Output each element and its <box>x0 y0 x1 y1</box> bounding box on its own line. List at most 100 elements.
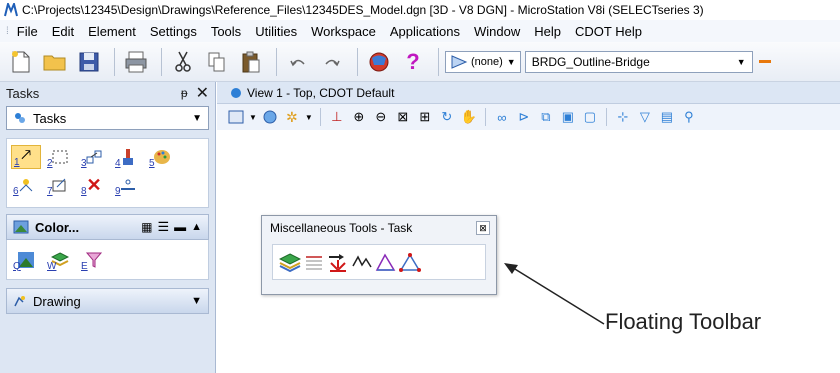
saved-views-icon[interactable]: ▤ <box>658 108 676 126</box>
triangle-icon <box>399 253 421 272</box>
tool-key-label: E <box>81 260 88 272</box>
main-tools-grid: 🡕 1 2 3 4 5 6 7 ✕ 8 9 <box>6 138 209 208</box>
undo-button[interactable] <box>283 47 313 77</box>
render-button[interactable] <box>364 47 394 77</box>
open-file-button[interactable] <box>40 47 70 77</box>
delete-tool[interactable]: ✕ 8 <box>79 173 109 198</box>
fit-view-icon[interactable]: ⊞ <box>416 108 434 126</box>
active-level-value: BRDG_Outline-Bridge <box>531 54 650 69</box>
icon-view-icon[interactable]: ▦ <box>141 220 152 234</box>
chevron-down-icon[interactable]: ▼ <box>305 113 313 122</box>
view-previous-icon[interactable]: ∞ <box>493 108 511 126</box>
rotate-view-icon[interactable]: ↻ <box>438 108 456 126</box>
walk-icon[interactable]: ⚲ <box>680 108 698 126</box>
color-tool-q[interactable]: Q <box>11 248 41 272</box>
element-selection-tool[interactable]: 🡕 1 <box>11 145 41 169</box>
text-lines-icon <box>306 256 322 270</box>
view-next-icon[interactable]: ⊳ <box>515 108 533 126</box>
tasks-panel-header: Tasks ᵽ ✕ <box>0 82 215 104</box>
level-none-dropdown[interactable]: (none) ▼ <box>445 50 521 73</box>
display-style-icon[interactable] <box>261 108 279 126</box>
palette-icon <box>154 150 170 164</box>
linestring-tool[interactable] <box>351 248 373 276</box>
line-color-swatch[interactable] <box>758 60 771 63</box>
color-section-header[interactable]: Color... ▦ ☰ ▬ ▲ <box>6 214 209 240</box>
color-tools: Q W E <box>6 240 209 280</box>
update-view-icon[interactable]: ⊥ <box>328 108 346 126</box>
snap-tool[interactable]: 6 <box>11 173 41 197</box>
clip-volume-icon[interactable]: ▣ <box>559 108 577 126</box>
change-view-perspective-icon[interactable]: ⊹ <box>614 108 632 126</box>
active-level-dropdown[interactable]: BRDG_Outline-Bridge ▼ <box>524 50 753 73</box>
measure-angle-tool[interactable] <box>375 248 397 276</box>
menu-workspace[interactable]: Workspace <box>311 24 376 39</box>
change-attributes-tool[interactable]: 4 <box>113 145 143 169</box>
manipulate-tool[interactable]: 3 <box>79 145 109 169</box>
floating-toolbar-header[interactable]: Miscellaneous Tools - Task ⊠ <box>262 216 496 240</box>
pan-view-icon[interactable]: ✋ <box>460 108 478 126</box>
ruler-icon <box>121 179 135 190</box>
menu-edit[interactable]: Edit <box>52 24 74 39</box>
chevron-down-icon[interactable]: ▼ <box>249 113 257 122</box>
floating-toolbar-title: Miscellaneous Tools - Task <box>270 221 413 235</box>
help-button[interactable]: ? <box>398 47 428 77</box>
menu-element[interactable]: Element <box>88 24 136 39</box>
toolbar-separator <box>161 47 162 76</box>
menu-help[interactable]: Help <box>534 24 561 39</box>
tasks-dropdown[interactable]: Tasks ▼ <box>6 106 209 130</box>
floating-toolbar[interactable]: Miscellaneous Tools - Task ⊠ <box>261 215 497 295</box>
angle-icon <box>375 253 396 271</box>
menu-tools[interactable]: Tools <box>211 24 241 39</box>
drop-element-tool[interactable] <box>327 248 349 276</box>
question-mark-icon: ? <box>406 48 420 74</box>
drawing-icon <box>14 296 25 307</box>
clip-mask-icon[interactable]: ▢ <box>581 108 599 126</box>
collapse-icon[interactable]: ▲ <box>191 221 202 233</box>
color-tool-w[interactable]: W <box>45 248 75 272</box>
copy-view-icon[interactable]: ⧉ <box>537 108 555 126</box>
tool-key-label: 5 <box>149 158 155 169</box>
layers-tool[interactable] <box>279 248 301 276</box>
expand-icon[interactable]: ▼ <box>191 295 202 307</box>
menu-settings[interactable]: Settings <box>150 24 197 39</box>
color-tool-e[interactable]: E <box>79 248 109 272</box>
lighting-icon[interactable]: ✲ <box>283 108 301 126</box>
fence-tool[interactable]: 2 <box>45 145 75 169</box>
cut-button[interactable] <box>168 47 198 77</box>
zoom-out-icon[interactable]: ⊖ <box>372 108 390 126</box>
copy-button[interactable] <box>202 47 232 77</box>
save-button[interactable] <box>74 47 104 77</box>
window-area-icon[interactable]: ⊠ <box>394 108 412 126</box>
redo-button[interactable] <box>317 47 347 77</box>
view-attributes-icon[interactable] <box>227 108 245 126</box>
text-lines-tool[interactable] <box>303 248 325 276</box>
detail-view-icon[interactable]: ▬ <box>174 220 186 234</box>
new-file-button[interactable] <box>6 47 36 77</box>
drawing-section-header[interactable]: Drawing ▼ <box>6 288 209 314</box>
triangle-tool[interactable] <box>399 248 421 276</box>
pin-icon[interactable]: ᵽ <box>181 86 188 100</box>
menu-cdot-help[interactable]: CDOT Help <box>575 24 642 39</box>
fence-icon <box>52 150 68 164</box>
menu-applications[interactable]: Applications <box>390 24 460 39</box>
tasks-panel-title: Tasks <box>6 85 40 101</box>
floating-toolbar-close-button[interactable]: ⊠ <box>476 221 490 235</box>
scale-tool[interactable]: 7 <box>45 173 75 197</box>
palette-tool[interactable]: 5 <box>147 145 177 169</box>
undo-icon <box>290 59 305 66</box>
paste-button[interactable] <box>236 47 266 77</box>
toolbar-separator <box>276 47 277 76</box>
ruler-tool[interactable]: 9 <box>113 173 143 197</box>
menubar-grip-icon: ⁞ <box>6 25 9 37</box>
menu-utilities[interactable]: Utilities <box>255 24 297 39</box>
menu-window[interactable]: Window <box>474 24 520 39</box>
print-button[interactable] <box>121 47 151 77</box>
camera-icon[interactable]: ▽ <box>636 108 654 126</box>
close-icon[interactable]: ✕ <box>196 83 209 103</box>
menu-file[interactable]: File <box>17 24 38 39</box>
list-view-icon[interactable]: ☰ <box>157 219 169 235</box>
stacked-layers-icon <box>279 253 301 273</box>
zoom-in-icon[interactable]: ⊕ <box>350 108 368 126</box>
delete-x-icon: ✕ <box>86 174 102 195</box>
save-icon <box>79 52 99 71</box>
